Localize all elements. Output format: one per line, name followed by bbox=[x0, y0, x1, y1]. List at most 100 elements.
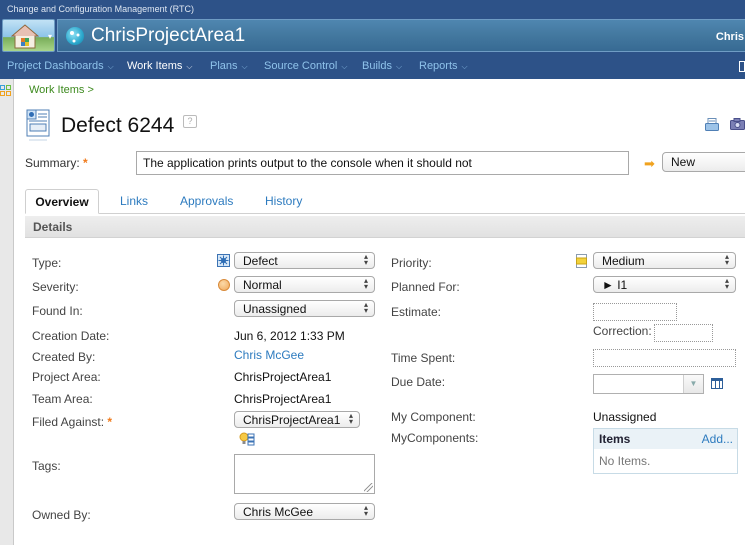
project-area-bar: ChrisProjectArea1 Chris bbox=[57, 19, 745, 52]
select-arrows-icon: ▴ ▾ bbox=[363, 300, 368, 315]
select-arrows-icon: ▴ ▾ bbox=[348, 411, 353, 426]
planned-for-select[interactable]: ► I1 ▴ ▾ bbox=[593, 276, 736, 293]
nav-label: Builds bbox=[362, 60, 392, 72]
my-component-value: Unassigned bbox=[593, 410, 657, 424]
print-icon[interactable] bbox=[705, 118, 719, 131]
state-transition-arrow-icon: ➡ bbox=[644, 156, 655, 171]
created-by-link[interactable]: Chris McGee bbox=[234, 348, 304, 362]
nav-label: Reports bbox=[419, 60, 458, 72]
chevron-down-icon: ⌵ bbox=[341, 62, 348, 71]
defect-document-icon bbox=[26, 109, 50, 141]
summary-label-text: Summary: bbox=[25, 156, 80, 170]
priority-select[interactable]: Medium ▴ ▾ bbox=[593, 252, 736, 269]
type-select[interactable]: Defect ▴ ▾ bbox=[234, 252, 375, 269]
home-menu-button[interactable]: ▾ bbox=[2, 19, 55, 52]
project-area-icon bbox=[66, 27, 84, 45]
time-spent-label: Time Spent: bbox=[391, 351, 456, 365]
type-value: Defect bbox=[243, 254, 278, 268]
select-arrows-icon: ▴ ▾ bbox=[363, 503, 368, 518]
summary-label: Summary: * bbox=[25, 156, 88, 170]
project-area-value: ChrisProjectArea1 bbox=[234, 370, 332, 384]
nav-plans[interactable]: Plans ⌵ bbox=[210, 60, 248, 72]
estimate-input[interactable] bbox=[593, 303, 677, 321]
correction-label: Correction: bbox=[593, 324, 652, 338]
nav-reports[interactable]: Reports ⌵ bbox=[419, 60, 468, 72]
user-name[interactable]: Chris bbox=[716, 31, 744, 43]
due-date-input[interactable]: ▼ bbox=[593, 374, 704, 394]
required-indicator: * bbox=[107, 415, 113, 429]
state-select[interactable]: New bbox=[662, 152, 745, 172]
tags-input[interactable] bbox=[234, 454, 375, 494]
severity-value: Normal bbox=[243, 278, 282, 292]
project-header: ▾ ChrisProjectArea1 Chris bbox=[0, 18, 745, 54]
nav-label: Project Dashboards bbox=[7, 60, 104, 72]
help-icon[interactable]: ? bbox=[183, 115, 197, 128]
owned-by-label: Owned By: bbox=[32, 508, 91, 522]
select-arrows-icon: ▴ ▾ bbox=[724, 252, 729, 267]
items-empty-message: No Items. bbox=[599, 454, 651, 468]
severity-normal-icon bbox=[218, 279, 230, 291]
filed-against-label: Filed Against: * bbox=[32, 415, 112, 429]
calendar-icon[interactable] bbox=[711, 378, 723, 389]
select-arrows-icon: ▴ ▾ bbox=[363, 252, 368, 267]
resize-grip-icon[interactable] bbox=[364, 483, 373, 492]
lightbulb-suggestion-icon[interactable] bbox=[239, 432, 255, 447]
chevron-down-icon: ⌵ bbox=[107, 62, 114, 71]
required-indicator: * bbox=[83, 156, 88, 170]
app-title: Change and Configuration Management (RTC… bbox=[7, 4, 194, 14]
severity-select[interactable]: Normal ▴ ▾ bbox=[234, 276, 375, 293]
chevron-down-icon: ⌵ bbox=[241, 62, 248, 71]
estimate-label: Estimate: bbox=[391, 305, 442, 319]
severity-label: Severity: bbox=[32, 280, 79, 294]
priority-label: Priority: bbox=[391, 256, 432, 270]
filed-against-value: ChrisProjectArea1 bbox=[243, 413, 341, 427]
nav-label: Source Control bbox=[264, 60, 338, 72]
my-components-label: MyComponents: bbox=[391, 431, 479, 445]
project-area-name[interactable]: ChrisProjectArea1 bbox=[91, 25, 245, 47]
tab-approvals[interactable]: Approvals bbox=[180, 194, 233, 208]
apps-grid-icon[interactable] bbox=[0, 85, 12, 97]
breadcrumb-work-items[interactable]: Work Items > bbox=[29, 84, 94, 96]
chevron-down-icon: ⌵ bbox=[186, 62, 193, 71]
tab-bar: Overview Links Approvals History bbox=[25, 189, 745, 214]
found-in-select[interactable]: Unassigned ▴ ▾ bbox=[234, 300, 375, 317]
nav-project-dashboards[interactable]: Project Dashboards ⌵ bbox=[7, 60, 114, 72]
app-title-bar: Change and Configuration Management (RTC… bbox=[0, 0, 745, 18]
filed-against-select[interactable]: ChrisProjectArea1 ▴ ▾ bbox=[234, 411, 360, 428]
select-arrows-icon: ▴ ▾ bbox=[363, 276, 368, 291]
priority-value: Medium bbox=[602, 254, 645, 268]
creation-date-value: Jun 6, 2012 1:33 PM bbox=[234, 329, 345, 343]
defect-type-icon bbox=[217, 254, 230, 267]
chevron-down-icon: ▾ bbox=[47, 32, 52, 41]
tab-links[interactable]: Links bbox=[120, 194, 148, 208]
details-section-header[interactable]: Details bbox=[25, 216, 745, 238]
main-nav: Project Dashboards ⌵ Work Items ⌵ Plans ⌵ S… bbox=[0, 54, 745, 79]
nav-builds[interactable]: Builds ⌵ bbox=[362, 60, 402, 72]
found-in-label: Found In: bbox=[32, 304, 83, 318]
home-icon bbox=[11, 24, 39, 49]
camera-icon[interactable] bbox=[730, 118, 745, 130]
add-item-link[interactable]: Add... bbox=[702, 432, 733, 446]
tab-history[interactable]: History bbox=[265, 194, 302, 208]
nav-label: Plans bbox=[210, 60, 238, 72]
chevron-down-icon: ⌵ bbox=[461, 62, 468, 71]
nav-label: Work Items bbox=[127, 60, 183, 72]
page-menu-icon[interactable] bbox=[739, 61, 745, 72]
team-area-label: Team Area: bbox=[32, 392, 93, 406]
created-by-label: Created By: bbox=[32, 350, 96, 364]
project-area-label: Project Area: bbox=[32, 370, 101, 384]
team-area-value: ChrisProjectArea1 bbox=[234, 392, 332, 406]
left-sidebar bbox=[0, 79, 14, 545]
correction-input[interactable] bbox=[654, 324, 713, 342]
tags-label: Tags: bbox=[32, 459, 61, 473]
owned-by-select[interactable]: Chris McGee ▴ ▾ bbox=[234, 503, 375, 520]
my-component-label: My Component: bbox=[391, 410, 476, 424]
planned-for-label: Planned For: bbox=[391, 280, 460, 294]
tab-overview[interactable]: Overview bbox=[25, 189, 99, 214]
priority-medium-icon bbox=[576, 254, 587, 268]
summary-input[interactable] bbox=[136, 151, 629, 175]
time-spent-input[interactable] bbox=[593, 349, 736, 367]
nav-work-items[interactable]: Work Items ⌵ bbox=[127, 60, 193, 72]
nav-source-control[interactable]: Source Control ⌵ bbox=[264, 60, 347, 72]
due-date-dropdown-button[interactable]: ▼ bbox=[683, 375, 703, 393]
